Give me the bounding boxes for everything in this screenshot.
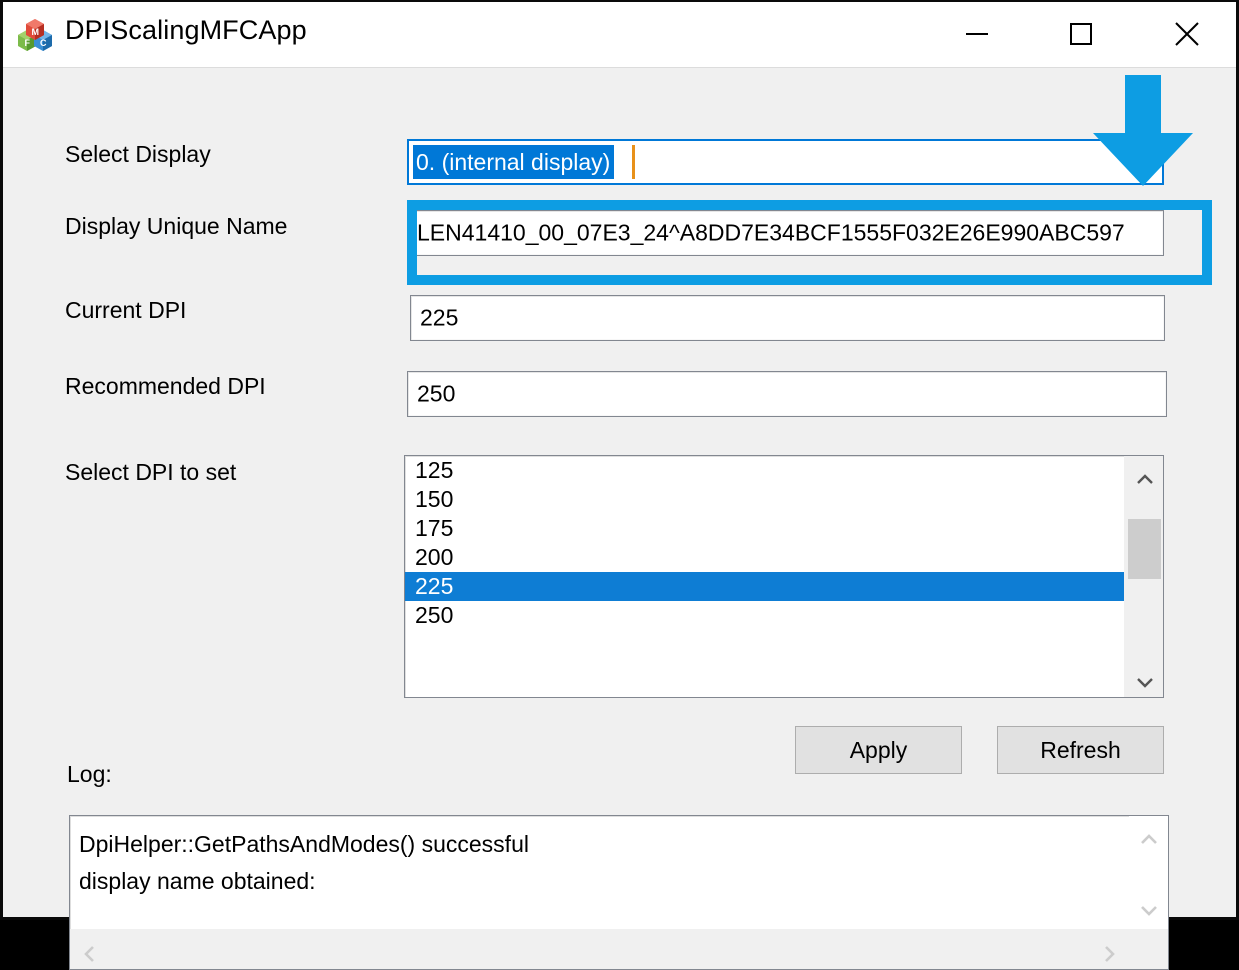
svg-text:F: F — [25, 38, 31, 48]
dpi-listbox[interactable]: 125 150 175 200 225 250 — [404, 455, 1164, 698]
minimize-button[interactable] — [945, 2, 1008, 66]
close-icon — [1155, 2, 1218, 66]
log-scroll-down-button[interactable] — [1129, 886, 1168, 925]
current-dpi-value: 225 — [420, 304, 459, 331]
dialog-client-area: Select Display 0. (internal display) Dis… — [3, 69, 1236, 970]
chevron-up-icon — [1125, 469, 1163, 491]
dpi-list[interactable]: 125 150 175 200 225 250 — [405, 456, 1124, 630]
title-bar: F C M DPIScalingMFCApp — [3, 2, 1236, 68]
chevron-up-icon — [1129, 829, 1168, 851]
select-display-combo-value: 0. (internal display) — [413, 145, 615, 179]
recommended-dpi-value: 250 — [417, 380, 456, 407]
scrollbar-corner — [1129, 930, 1168, 969]
close-button[interactable] — [1155, 2, 1218, 66]
maximize-icon — [1049, 2, 1112, 66]
label-display-unique-name: Display Unique Name — [65, 213, 288, 239]
dpi-list-item[interactable]: 150 — [405, 485, 1124, 514]
text-caret — [632, 145, 635, 179]
application-window: F C M DPIScalingMFCApp Select Display 0.… — [0, 0, 1239, 970]
apply-button[interactable]: Apply — [795, 726, 962, 774]
chevron-right-icon — [1089, 943, 1129, 965]
log-output-text: DpiHelper::GetPathsAndModes() successful… — [79, 831, 529, 894]
label-select-dpi-to-set: Select DPI to set — [65, 459, 237, 485]
current-dpi-field[interactable]: 225 — [410, 295, 1165, 341]
log-scroll-left-button[interactable] — [70, 930, 110, 969]
label-log: Log: — [67, 761, 112, 787]
log-scroll-right-button[interactable] — [1089, 930, 1129, 969]
label-select-display: Select Display — [65, 141, 211, 167]
mfc-app-icon: F C M — [17, 19, 53, 53]
dpi-list-item-selected[interactable]: 225 — [405, 572, 1124, 601]
dpi-list-scroll-down-button[interactable] — [1125, 658, 1163, 697]
svg-text:M: M — [32, 27, 40, 37]
recommended-dpi-field[interactable]: 250 — [407, 371, 1167, 417]
refresh-button[interactable]: Refresh — [997, 726, 1164, 774]
select-display-combo[interactable]: 0. (internal display) — [407, 139, 1164, 185]
window-title: DPIScalingMFCApp — [65, 15, 307, 45]
minimize-icon — [945, 2, 1008, 66]
chevron-down-icon — [1129, 899, 1168, 921]
dpi-list-item[interactable]: 250 — [405, 601, 1124, 630]
display-unique-name-field[interactable]: LEN41410_00_07E3_24^A8DD7E34BCF1555F032E… — [407, 210, 1164, 256]
dpi-list-scrollbar[interactable] — [1124, 456, 1163, 697]
svg-text:C: C — [40, 38, 47, 48]
log-horizontal-scrollbar[interactable] — [70, 929, 1168, 969]
chevron-down-icon — [1125, 671, 1163, 693]
log-vertical-scrollbar[interactable] — [1129, 816, 1168, 929]
dpi-list-item[interactable]: 175 — [405, 514, 1124, 543]
label-current-dpi: Current DPI — [65, 297, 187, 323]
display-unique-name-value: LEN41410_00_07E3_24^A8DD7E34BCF1555F032E… — [417, 219, 1125, 246]
label-recommended-dpi: Recommended DPI — [65, 373, 266, 399]
dpi-list-scroll-up-button[interactable] — [1125, 456, 1163, 495]
log-output-box[interactable]: DpiHelper::GetPathsAndModes() successful… — [69, 815, 1169, 970]
maximize-button[interactable] — [1049, 2, 1112, 66]
dpi-list-item[interactable]: 200 — [405, 543, 1124, 572]
dpi-list-item[interactable]: 125 — [405, 456, 1124, 485]
dpi-list-scrollbar-thumb[interactable] — [1128, 519, 1161, 579]
chevron-left-icon — [70, 943, 110, 965]
log-scroll-up-button[interactable] — [1129, 816, 1168, 855]
